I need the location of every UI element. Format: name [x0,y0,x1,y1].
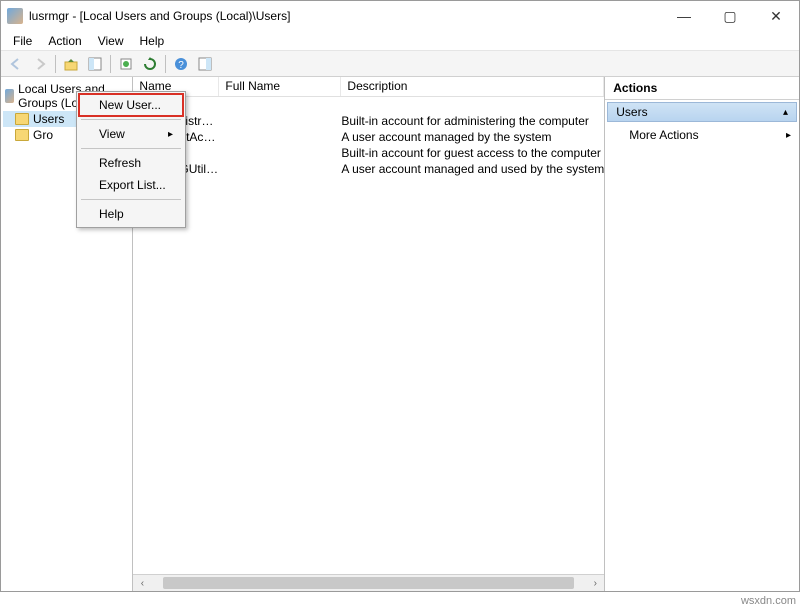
column-header-fullname[interactable]: Full Name [219,77,341,96]
list-item[interactable]: WDAGUtility... A user account managed an… [133,161,604,177]
list-item[interactable]: admin [133,97,604,113]
scroll-thumb[interactable] [163,577,574,589]
column-header-description[interactable]: Description [341,77,604,96]
arrow-right-icon [33,57,47,71]
svg-text:?: ? [178,60,184,71]
context-menu: New User... View ▸ Refresh Export List..… [76,91,186,228]
user-list[interactable]: admin Administrator Built-in account for… [133,97,604,574]
nav-back-button[interactable] [5,53,27,75]
chevron-right-icon: ▸ [168,129,173,140]
help-button[interactable]: ? [170,53,192,75]
app-window: lusrmgr - [Local Users and Groups (Local… [0,0,800,592]
arrow-left-icon [9,57,23,71]
context-export[interactable]: Export List... [79,174,183,196]
folder-icon [15,129,29,141]
actions-section-label: Users [616,105,647,119]
context-item-label: Refresh [99,156,141,170]
refresh-icon [143,57,157,71]
watermark: wsxdn.com [741,595,796,607]
chevron-right-icon: ▸ [786,130,791,141]
folder-up-icon [64,57,78,71]
menu-action[interactable]: Action [40,32,89,50]
console-tree-icon [88,57,102,71]
chevron-up-icon: ▴ [783,107,788,118]
list-item[interactable]: DefaultAcco... A user account managed by… [133,129,604,145]
maximize-button[interactable]: ▢ [707,1,753,31]
mmc-snapin-icon [5,89,14,103]
close-button[interactable]: ✕ [753,1,799,31]
context-separator [81,199,181,200]
show-hide-action-pane-button[interactable] [194,53,216,75]
menubar: File Action View Help [1,31,799,51]
tree-item-label: Users [33,112,64,126]
result-pane: Name Full Name Description admin Adminis… [133,77,605,591]
context-item-label: Export List... [99,178,166,192]
refresh-button[interactable] [139,53,161,75]
titlebar: lusrmgr - [Local Users and Groups (Local… [1,1,799,31]
context-item-label: New User... [99,98,161,112]
context-item-label: View [99,127,125,141]
folder-icon [15,113,29,125]
tree-item-label: Gro [33,128,53,142]
context-separator [81,119,181,120]
actions-pane: Actions Users ▴ More Actions ▸ [605,77,799,591]
window-title: lusrmgr - [Local Users and Groups (Local… [29,9,290,23]
menu-view[interactable]: View [90,32,132,50]
scroll-right-icon[interactable]: › [588,578,602,589]
show-hide-console-button[interactable] [84,53,106,75]
actions-section-users[interactable]: Users ▴ [607,102,797,122]
export-icon [119,57,133,71]
context-view[interactable]: View ▸ [79,123,183,145]
toolbar: ? [1,51,799,77]
column-headers: Name Full Name Description [133,77,604,97]
action-item-label: More Actions [629,128,698,142]
up-button[interactable] [60,53,82,75]
minimize-button[interactable]: — [661,1,707,31]
export-button[interactable] [115,53,137,75]
list-item[interactable]: Guest Built-in account for guest access … [133,145,604,161]
scroll-left-icon[interactable]: ‹ [135,578,149,589]
context-separator [81,148,181,149]
action-more-actions[interactable]: More Actions ▸ [605,124,799,146]
menu-file[interactable]: File [5,32,40,50]
app-icon [7,8,23,24]
actions-header: Actions [605,77,799,100]
action-pane-icon [198,57,212,71]
horizontal-scrollbar[interactable]: ‹ › [133,574,604,591]
context-refresh[interactable]: Refresh [79,152,183,174]
nav-forward-button[interactable] [29,53,51,75]
context-new-user[interactable]: New User... [79,94,183,116]
help-icon: ? [174,57,188,71]
menu-help[interactable]: Help [132,32,173,50]
list-item[interactable]: Administrator Built-in account for admin… [133,113,604,129]
context-help[interactable]: Help [79,203,183,225]
context-item-label: Help [99,207,124,221]
